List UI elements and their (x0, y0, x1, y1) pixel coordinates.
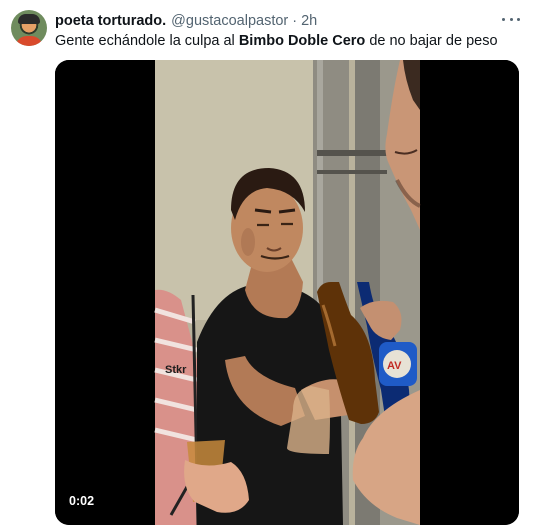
more-horizontal-icon[interactable] (502, 14, 520, 24)
avatar-cap (18, 14, 40, 24)
shirt-text: Stkr (165, 364, 187, 376)
tweet-header: poeta torturado. @gustacoalpastor · 2h (55, 12, 317, 30)
tweet-text-bold: Bimbo Doble Cero (238, 33, 366, 49)
avatar-shirt (15, 36, 43, 46)
author-avatar[interactable] (11, 10, 47, 46)
video-timestamp: 0:02 (64, 491, 100, 511)
tweet-video[interactable]: Stkr AV 0:02 (55, 60, 519, 525)
tweet-text-before: Gente echándole la culpa al (55, 33, 239, 49)
header-separator: · (292, 13, 298, 29)
author-name[interactable]: poeta torturado. (55, 13, 166, 29)
tweet-text-after: de no bajar de peso (365, 33, 498, 49)
can-text: AV (387, 360, 402, 372)
tweet-text: Gente echándole la culpa al Bimbo Doble … (55, 32, 498, 50)
author-handle[interactable]: @gustacoalpastor (171, 13, 288, 29)
video-frame: Stkr AV (55, 60, 519, 525)
tweet-time[interactable]: 2h (301, 13, 317, 29)
